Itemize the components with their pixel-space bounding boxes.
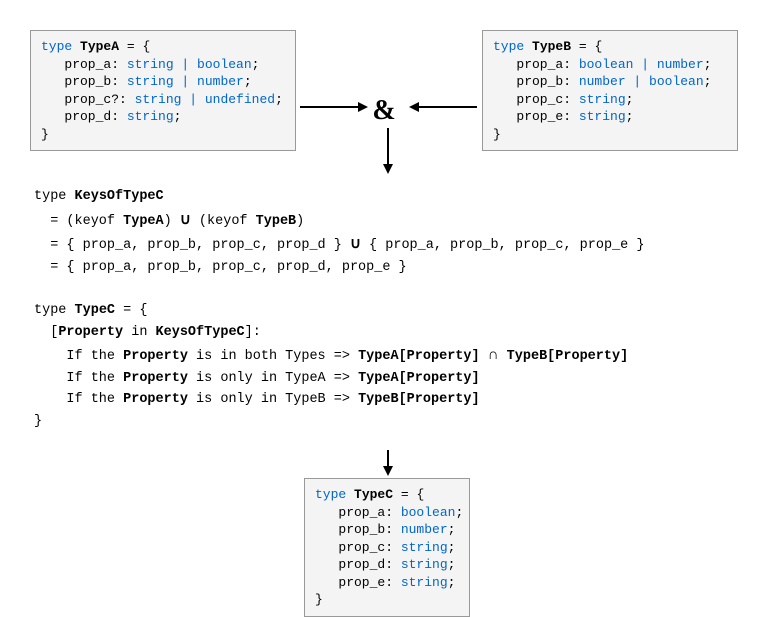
t: [ — [34, 325, 58, 340]
t: Property — [58, 325, 123, 340]
ptype: boolean — [401, 505, 456, 520]
ptype: string — [579, 109, 626, 124]
ptype: boolean | number — [579, 57, 704, 72]
t — [480, 349, 488, 364]
kw-type: type — [315, 487, 346, 502]
arrow-from-type-a — [300, 102, 368, 112]
kw-type: type — [41, 39, 72, 54]
explain-block: type KeysOfTypeC = (keyof TypeA) ∪ (keyo… — [34, 186, 738, 433]
t: in — [123, 325, 155, 340]
t: is only in TypeA => — [188, 371, 358, 386]
t — [499, 349, 507, 364]
union-op: ∪ — [180, 211, 191, 228]
t: type — [34, 303, 75, 318]
brace-close: } — [41, 127, 49, 142]
arrow-from-type-b — [409, 102, 477, 112]
type-a-name: TypeA — [80, 39, 119, 54]
prop: prop_e — [516, 109, 563, 124]
ptype: string — [401, 575, 448, 590]
t: = { prop_a, prop_b, prop_c, prop_d, prop… — [34, 260, 407, 275]
t: KeysOfTypeC — [156, 325, 245, 340]
prop: prop_b — [338, 522, 385, 537]
brace-open: = { — [119, 39, 150, 54]
prop: prop_c — [338, 540, 385, 555]
ptype: string | number — [127, 74, 244, 89]
ptype: string — [401, 540, 448, 555]
t: TypeA[Property] — [358, 349, 480, 364]
t: = { prop_a, prop_b, prop_c, prop_d } — [34, 238, 350, 253]
brace-close: } — [493, 127, 501, 142]
t: = (keyof — [34, 214, 123, 229]
brace-open: = { — [571, 39, 602, 54]
t: is only in TypeB => — [188, 392, 358, 407]
t: Property — [123, 371, 188, 386]
ptype: number | boolean — [579, 74, 704, 89]
t: TypeB[Property] — [358, 392, 480, 407]
t: { prop_a, prop_b, prop_c, prop_e } — [361, 238, 645, 253]
t: Property — [123, 349, 188, 364]
type-c-name: TypeC — [75, 303, 116, 318]
t: TypeA — [123, 214, 164, 229]
t: If the — [34, 349, 123, 364]
ptype: number — [401, 522, 448, 537]
prop: prop_c — [516, 92, 563, 107]
ptype: string | boolean — [127, 57, 252, 72]
prop: prop_b — [516, 74, 563, 89]
arrow-down-to-result — [381, 450, 395, 476]
prop: prop_b — [64, 74, 111, 89]
t: ]: — [245, 325, 261, 340]
t: } — [34, 414, 42, 429]
prop: prop_a — [516, 57, 563, 72]
prop: prop_a — [338, 505, 385, 520]
kw-type: type — [493, 39, 524, 54]
prop: prop_d — [338, 557, 385, 572]
keys-of-type-c: KeysOfTypeC — [75, 189, 164, 204]
t: (keyof — [191, 214, 256, 229]
union-op: ∪ — [350, 235, 361, 252]
t: ) — [164, 214, 180, 229]
prop: prop_d — [64, 109, 111, 124]
type-b-codebox: type TypeB = { prop_a: boolean | number;… — [482, 30, 738, 151]
brace-open: = { — [393, 487, 424, 502]
type-a-codebox: type TypeA = { prop_a: string | boolean;… — [30, 30, 296, 151]
ptype: string | undefined — [135, 92, 275, 107]
t: = { — [115, 303, 147, 318]
type-c-result-name: TypeC — [354, 487, 393, 502]
type-c-codebox: type TypeC = { prop_a: boolean; prop_b: … — [304, 478, 470, 617]
t: ) — [296, 214, 304, 229]
t: Property — [123, 392, 188, 407]
intersection-op: ∩ — [488, 346, 499, 363]
t: TypeB[Property] — [507, 349, 629, 364]
t: If the — [34, 392, 123, 407]
ptype: string — [127, 109, 174, 124]
brace-close: } — [315, 592, 323, 607]
t: type — [34, 189, 75, 204]
intersection-operator: & — [372, 92, 395, 130]
t: TypeA[Property] — [358, 371, 480, 386]
t: If the — [34, 371, 123, 386]
prop: prop_a — [64, 57, 111, 72]
type-b-name: TypeB — [532, 39, 571, 54]
prop: prop_e — [338, 575, 385, 590]
t: TypeB — [256, 214, 297, 229]
ptype: string — [401, 557, 448, 572]
ptype: string — [579, 92, 626, 107]
t: is in both Types => — [188, 349, 358, 364]
arrow-down-to-explain — [381, 128, 395, 174]
prop: prop_c? — [64, 92, 119, 107]
